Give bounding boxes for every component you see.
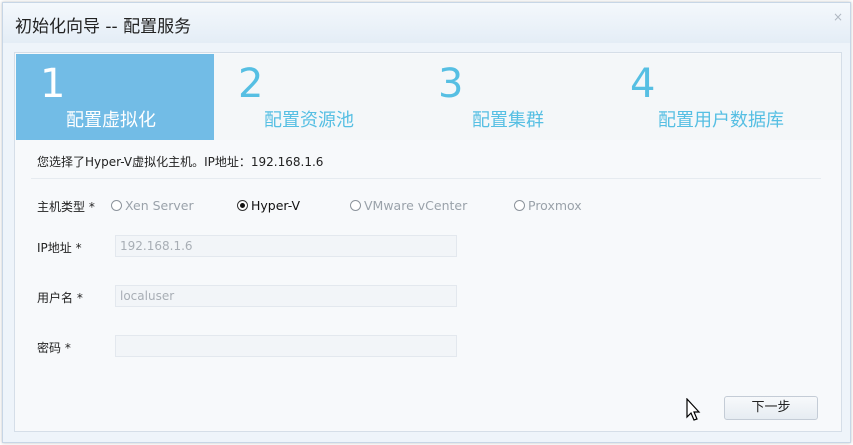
radio-checked-icon — [237, 200, 248, 211]
mouse-cursor-icon — [686, 398, 701, 421]
step-bar: 1 配置虚拟化 2 配置资源池 3 配置集群 4 配置用户数据库 — [16, 54, 841, 140]
wizard-content: 1 配置虚拟化 2 配置资源池 3 配置集群 4 配置用户数据库 您选择了Hyp… — [14, 52, 842, 432]
password-input[interactable] — [115, 335, 457, 357]
step-3[interactable]: 3 配置集群 — [414, 54, 614, 140]
step-4[interactable]: 4 配置用户数据库 — [614, 54, 841, 140]
host-type-label: 主机类型 * — [37, 200, 95, 214]
step-3-label: 配置集群 — [472, 110, 544, 131]
username-input[interactable]: localuser — [115, 285, 457, 307]
radio-circle-icon — [350, 200, 361, 211]
radio-vmware-vcenter[interactable]: VMware vCenter — [350, 198, 467, 213]
radio-label: Proxmox — [528, 198, 582, 213]
step-1-number: 1 — [40, 61, 66, 107]
step-3-number: 3 — [438, 61, 464, 107]
close-icon[interactable]: × — [832, 11, 844, 23]
step-1-label: 配置虚拟化 — [66, 110, 156, 131]
next-button[interactable]: 下一步 — [724, 396, 818, 420]
radio-label: Hyper-V — [251, 198, 301, 213]
step-2[interactable]: 2 配置资源池 — [214, 54, 414, 140]
radio-xen-server[interactable]: Xen Server — [111, 198, 194, 213]
step-4-number: 4 — [630, 61, 656, 107]
step-4-label: 配置用户数据库 — [658, 110, 784, 131]
radio-hyper-v[interactable]: Hyper-V — [237, 198, 300, 213]
step-2-number: 2 — [238, 61, 264, 107]
info-text: 您选择了Hyper-V虚拟化主机。IP地址：192.168.1.6 — [37, 155, 324, 169]
ip-input[interactable]: 192.168.1.6 — [115, 235, 457, 257]
step-1[interactable]: 1 配置虚拟化 — [16, 54, 214, 140]
window-title: 初始化向导 -- 配置服务 — [15, 17, 192, 37]
divider — [31, 178, 821, 179]
username-label: 用户名 * — [37, 291, 83, 305]
password-label: 密码 * — [37, 341, 71, 355]
radio-label: Xen Server — [125, 198, 194, 213]
radio-circle-icon — [514, 200, 525, 211]
ip-label: IP地址 * — [37, 241, 82, 255]
step-2-label: 配置资源池 — [264, 110, 354, 131]
radio-label: VMware vCenter — [364, 198, 468, 213]
radio-circle-icon — [111, 200, 122, 211]
radio-proxmox[interactable]: Proxmox — [514, 198, 582, 213]
title-bar: 初始化向导 -- 配置服务 × — [3, 3, 850, 43]
